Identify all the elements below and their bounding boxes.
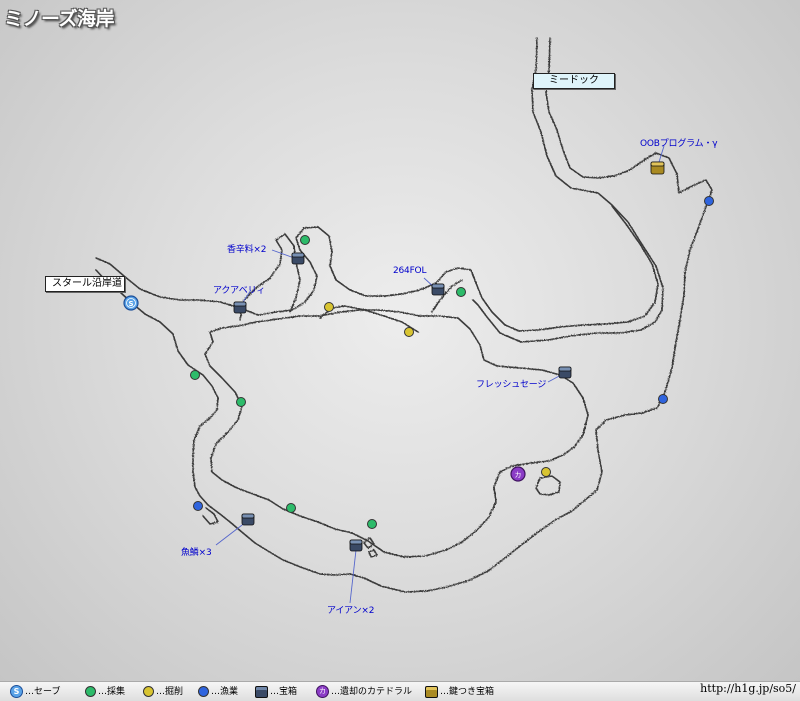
chest-icon xyxy=(241,513,255,526)
legend-chest: …宝箱 xyxy=(255,685,297,699)
gather-icon xyxy=(85,686,96,697)
item-label-fresh: フレッシュセージ xyxy=(476,380,547,390)
coast-north-channel-right xyxy=(95,37,713,593)
cathedral-icon: カ xyxy=(316,685,329,698)
coast-inner-lake xyxy=(204,309,589,558)
fishing-icon xyxy=(198,686,209,697)
coastline-map: S カ xyxy=(95,37,714,604)
rock-2 xyxy=(368,549,378,558)
legend-mining: …掘削 xyxy=(143,685,183,699)
item-label-fol: 264FOL xyxy=(393,266,427,276)
gather-point xyxy=(456,287,466,297)
svg-text:S: S xyxy=(128,300,133,308)
legend-locked-chest: …鍵つき宝箱 xyxy=(425,685,494,699)
save-icon: S xyxy=(10,685,23,698)
coast-west-upper xyxy=(95,205,659,332)
item-label-acquaberry: アクアベリィ xyxy=(213,286,266,296)
chest-icon xyxy=(233,301,247,314)
item-label-oob: OOBプログラム・γ xyxy=(640,139,718,149)
legend-locked-chest-label: …鍵つき宝箱 xyxy=(440,687,495,697)
legend-save-label: …セーブ xyxy=(25,687,61,697)
svg-text:カ: カ xyxy=(515,471,522,479)
legend-chest-label: …宝箱 xyxy=(270,687,298,697)
save-point-icon: S xyxy=(123,295,139,311)
area-exit-staaru[interactable]: スタール沿岸道 xyxy=(45,276,125,292)
cathedral-icon: カ xyxy=(510,466,526,482)
leader-gyorin xyxy=(215,521,247,546)
gather-point xyxy=(300,235,310,245)
site-url[interactable]: http://h1g.jp/so5/ xyxy=(700,682,796,695)
chest-icon xyxy=(349,539,363,552)
legend-gather-label: …採集 xyxy=(98,687,126,697)
leader-iron xyxy=(349,549,357,604)
mining-icon xyxy=(143,686,154,697)
locked-chest-icon xyxy=(425,685,438,698)
legend-bar: S …セーブ …採集 …掘削 …漁業 …宝箱 カ …遺却のカテドラル …鍵つき宝箱 xyxy=(0,681,800,701)
mining-point xyxy=(404,327,414,337)
gather-point xyxy=(190,370,200,380)
chest-icon xyxy=(291,252,305,265)
locked-chest-icon xyxy=(650,161,665,175)
legend-mining-label: …掘削 xyxy=(156,687,184,697)
map-area: S カ ミノーズ海岸 ミードック スタール沿岸道 OOBプログラム・γ 香辛料×… xyxy=(0,0,800,700)
legend-cathedral: カ …遺却のカテドラル xyxy=(316,685,412,699)
map-title: ミノーズ海岸 xyxy=(4,8,115,30)
item-label-gyorin: 魚鱗×3 xyxy=(181,548,212,558)
gather-point xyxy=(236,397,246,407)
legend-fishing: …漁業 xyxy=(198,685,238,699)
fishing-point xyxy=(193,501,203,511)
legend-cathedral-label: …遺却のカテドラル xyxy=(331,687,413,697)
gather-point xyxy=(367,519,377,529)
gather-point xyxy=(286,503,296,513)
chest-icon xyxy=(255,685,268,698)
legend-save: S …セーブ xyxy=(10,685,60,699)
coast-island xyxy=(535,475,561,496)
fishing-point xyxy=(704,196,714,206)
area-exit-mi-dokku[interactable]: ミードック xyxy=(533,73,615,89)
legend-gather: …採集 xyxy=(85,685,125,699)
chest-icon xyxy=(431,283,445,296)
item-label-koushinryou: 香辛料×2 xyxy=(227,245,267,255)
chest-icon xyxy=(558,366,572,379)
fishing-point xyxy=(658,394,668,404)
mining-point xyxy=(541,467,551,477)
legend-fishing-label: …漁業 xyxy=(211,687,239,697)
mining-point xyxy=(324,302,334,312)
item-label-iron: アイアン×2 xyxy=(327,606,375,616)
